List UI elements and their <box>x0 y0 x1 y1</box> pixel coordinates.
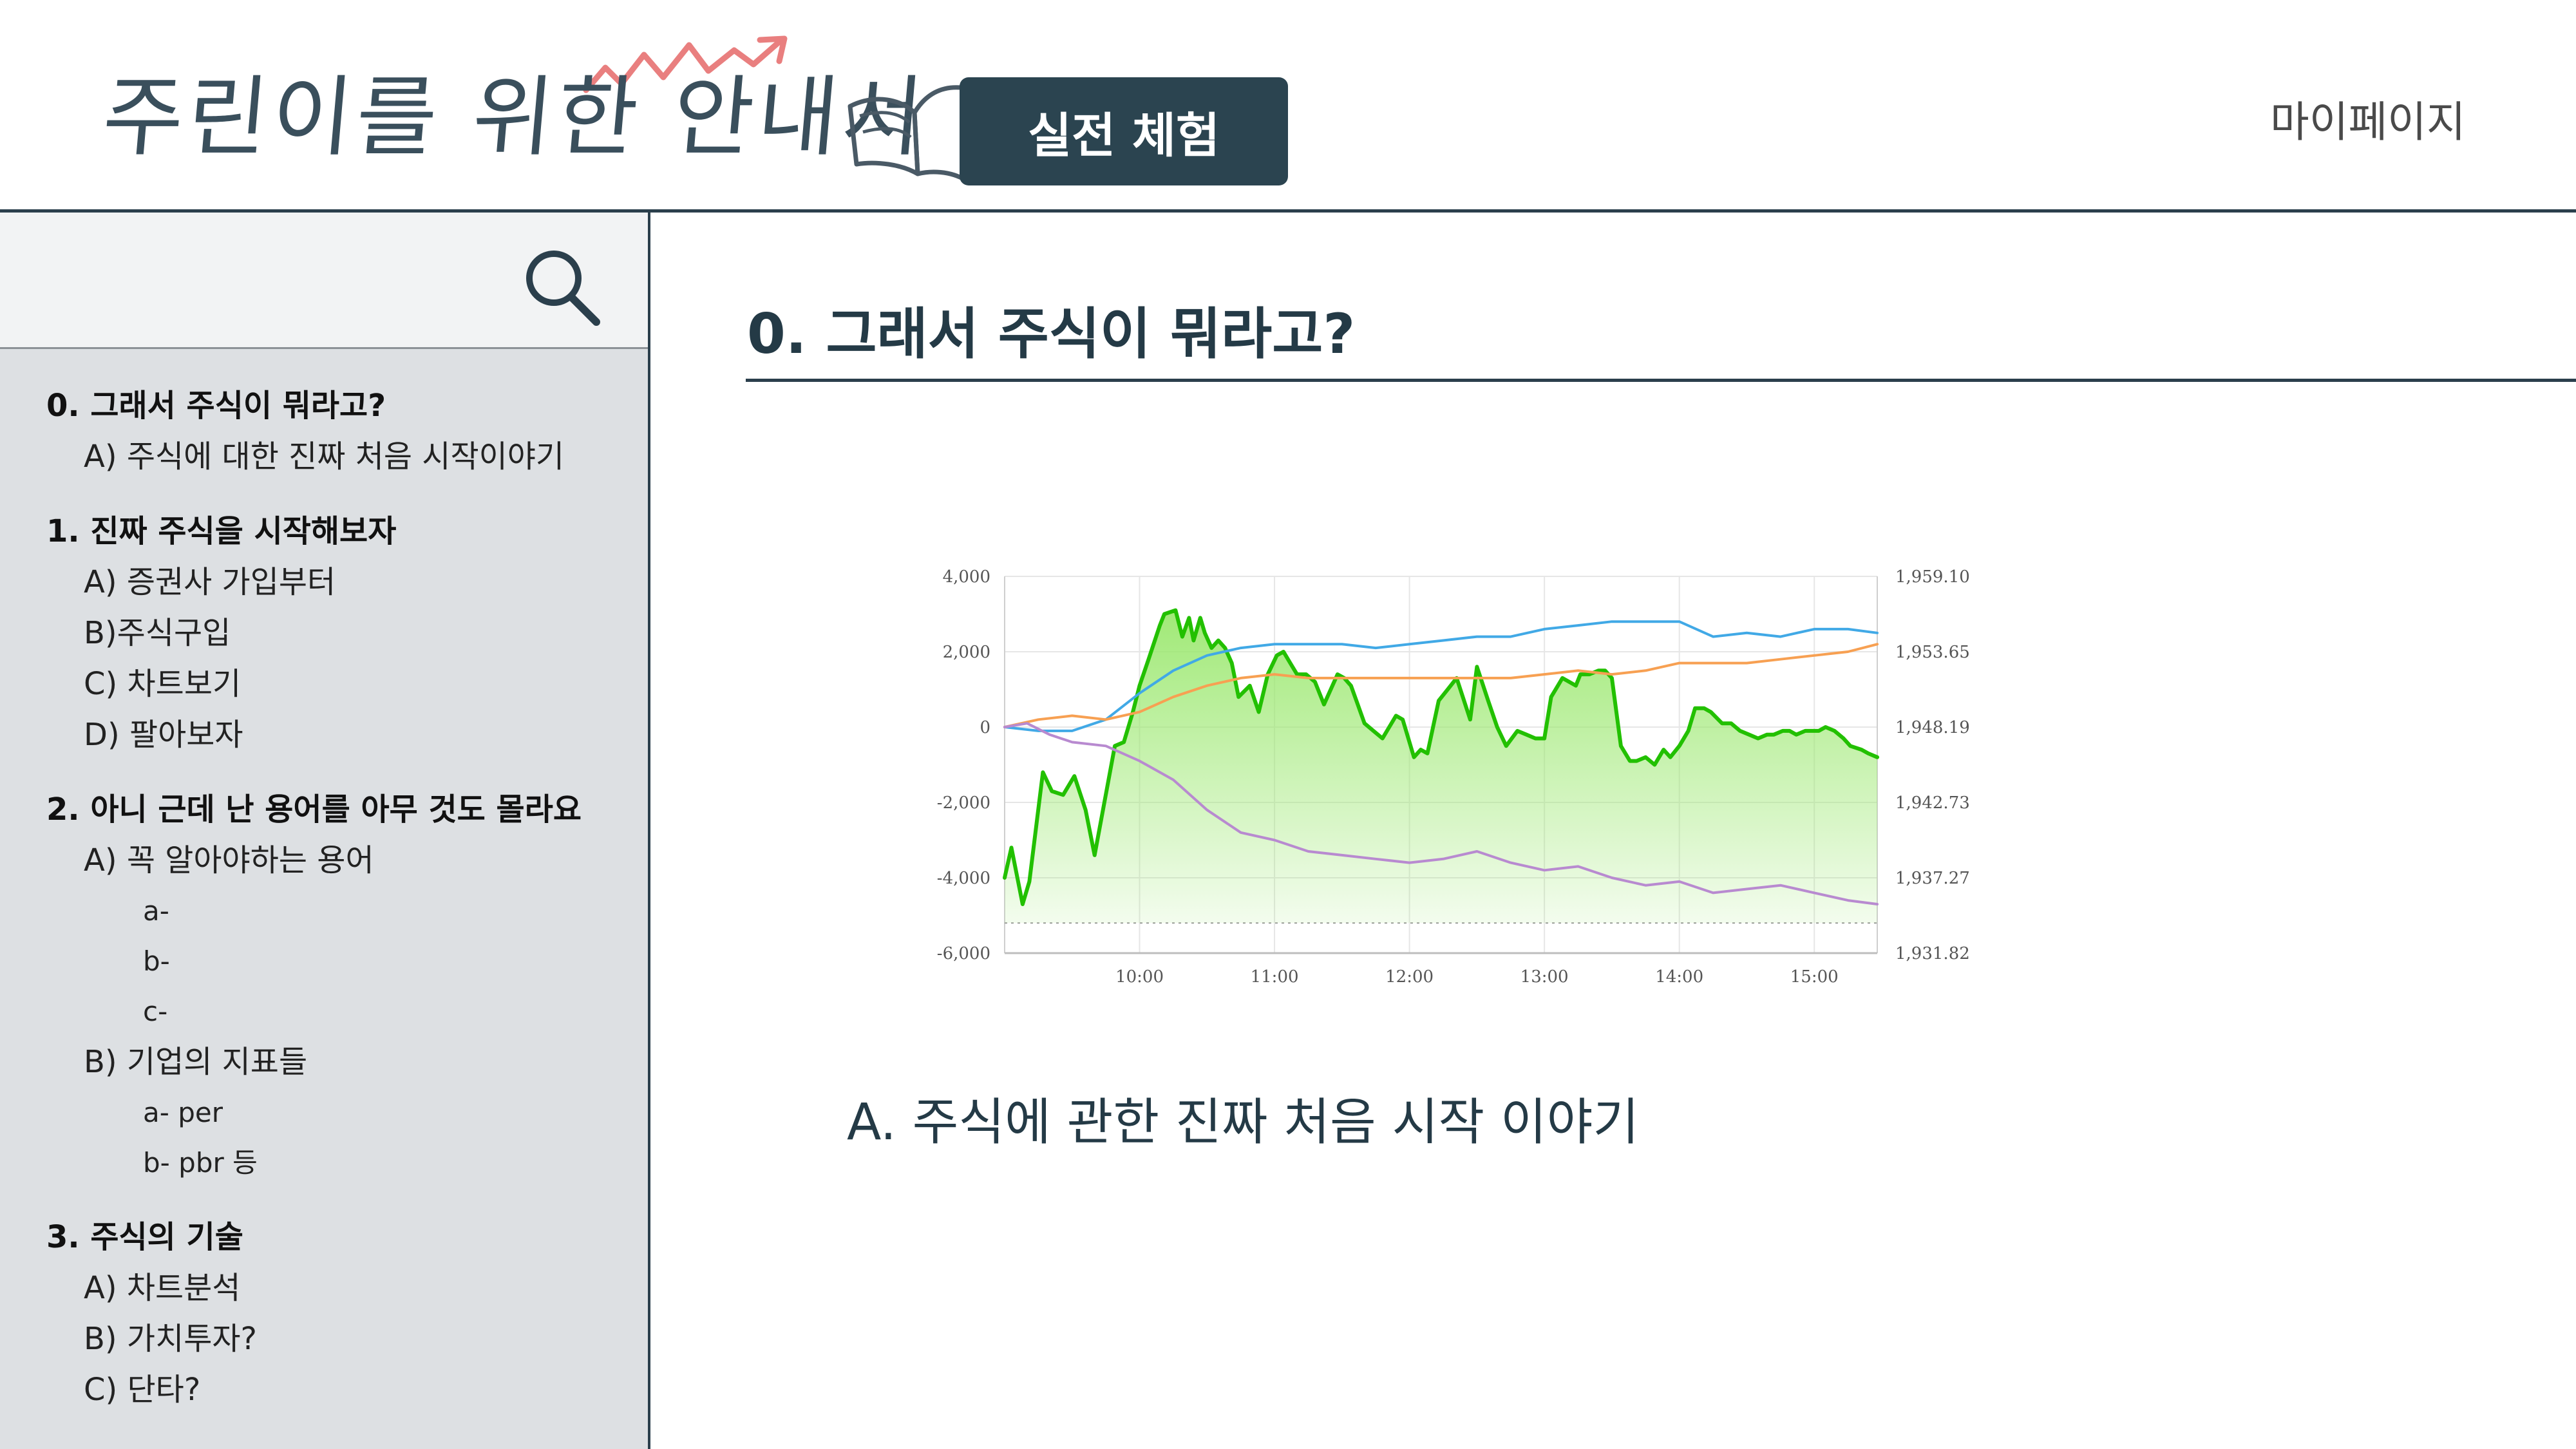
nav-item-3b[interactable]: B) 가치투자? <box>46 1314 639 1365</box>
y-left-tick-label: 4,000 <box>943 567 990 587</box>
y-left-tick-label: 0 <box>980 718 990 737</box>
x-tick-label: 13:00 <box>1520 967 1569 987</box>
y-left-tick-label: -2,000 <box>937 793 990 813</box>
logo-text: 주린이를 위한 안내서 <box>99 67 931 169</box>
x-tick-label: 11:00 <box>1251 967 1299 987</box>
x-tick-label: 15:00 <box>1790 967 1839 987</box>
nav-item-1d[interactable]: D) 팔아보자 <box>46 710 639 761</box>
nav-subitem-2b-b[interactable]: b- pbr 등 <box>46 1138 639 1188</box>
nav-subitem-2a-a[interactable]: a- <box>46 886 639 936</box>
nav-section-3[interactable]: 3. 주식의 기술 <box>46 1211 639 1263</box>
nav-item-1c[interactable]: C) 차트보기 <box>46 659 639 710</box>
y-right-tick-label: 1,953.65 <box>1895 643 1970 662</box>
y-right-tick-label: 1,959.10 <box>1895 567 1970 587</box>
x-tick-label: 14:00 <box>1655 967 1703 987</box>
search-input[interactable] <box>0 213 648 349</box>
y-left-tick-label: 2,000 <box>943 643 990 662</box>
nav-section-1[interactable]: 1. 진짜 주식을 시작해보자 <box>46 506 639 557</box>
sidebar: 0. 그래서 주식이 뭐라고? A) 주식에 대한 진짜 처음 시작이야기 1.… <box>0 213 650 1449</box>
sidebar-nav: 0. 그래서 주식이 뭐라고? A) 주식에 대한 진짜 처음 시작이야기 1.… <box>46 380 639 1416</box>
nav-section-0[interactable]: 0. 그래서 주식이 뭐라고? <box>46 380 639 431</box>
title-divider <box>746 379 2576 382</box>
nav-item-3c[interactable]: C) 단타? <box>46 1365 639 1416</box>
search-icon[interactable] <box>520 243 604 327</box>
nav-section-2[interactable]: 2. 아니 근데 난 용어를 아무 것도 몰라요 <box>46 784 639 835</box>
nav-item-1b[interactable]: B)주식구입 <box>46 608 639 659</box>
y-right-tick-label: 1,937.27 <box>1895 869 1970 888</box>
page-title: 0. 그래서 주식이 뭐라고? <box>747 302 1356 366</box>
nav-subitem-2a-c[interactable]: c- <box>46 987 639 1037</box>
nav-subitem-2b-a[interactable]: a- per <box>46 1088 639 1138</box>
y-left-tick-label: -4,000 <box>937 869 990 888</box>
x-tick-label: 12:00 <box>1385 967 1434 987</box>
nav-item-0a[interactable]: A) 주식에 대한 진짜 처음 시작이야기 <box>46 431 639 482</box>
nav-item-1a[interactable]: A) 증권사 가입부터 <box>46 557 639 608</box>
nav-item-3a[interactable]: A) 차트분석 <box>46 1263 639 1314</box>
x-tick-label: 10:00 <box>1115 967 1164 987</box>
stock-chart: 4,000 1,959.10 2,000 1,953.65 0 1,948.19 -2,00… <box>937 567 1970 987</box>
mypage-link[interactable]: 마이페이지 <box>2270 88 2466 149</box>
y-right-tick-label: 1,948.19 <box>1895 718 1970 737</box>
y-right-tick-label: 1,942.73 <box>1895 793 1970 813</box>
nav-item-2a[interactable]: A) 꼭 알아야하는 용어 <box>46 835 639 886</box>
site-logo[interactable]: 주린이를 위한 안내서 <box>99 35 991 203</box>
app-header: 주린이를 위한 안내서 실전 체험 마이페이지 <box>0 0 2576 213</box>
y-right-tick-label: 1,931.82 <box>1895 944 1970 963</box>
practice-button[interactable]: 실전 체험 <box>960 77 1288 185</box>
nav-item-2b[interactable]: B) 기업의 지표들 <box>46 1037 639 1088</box>
y-left-tick-label: -6,000 <box>937 944 990 963</box>
section-subtitle: A. 주식에 관한 진짜 처음 시작 이야기 <box>847 1094 1640 1151</box>
nav-subitem-2a-b[interactable]: b- <box>46 936 639 987</box>
series-area <box>1005 610 1877 923</box>
